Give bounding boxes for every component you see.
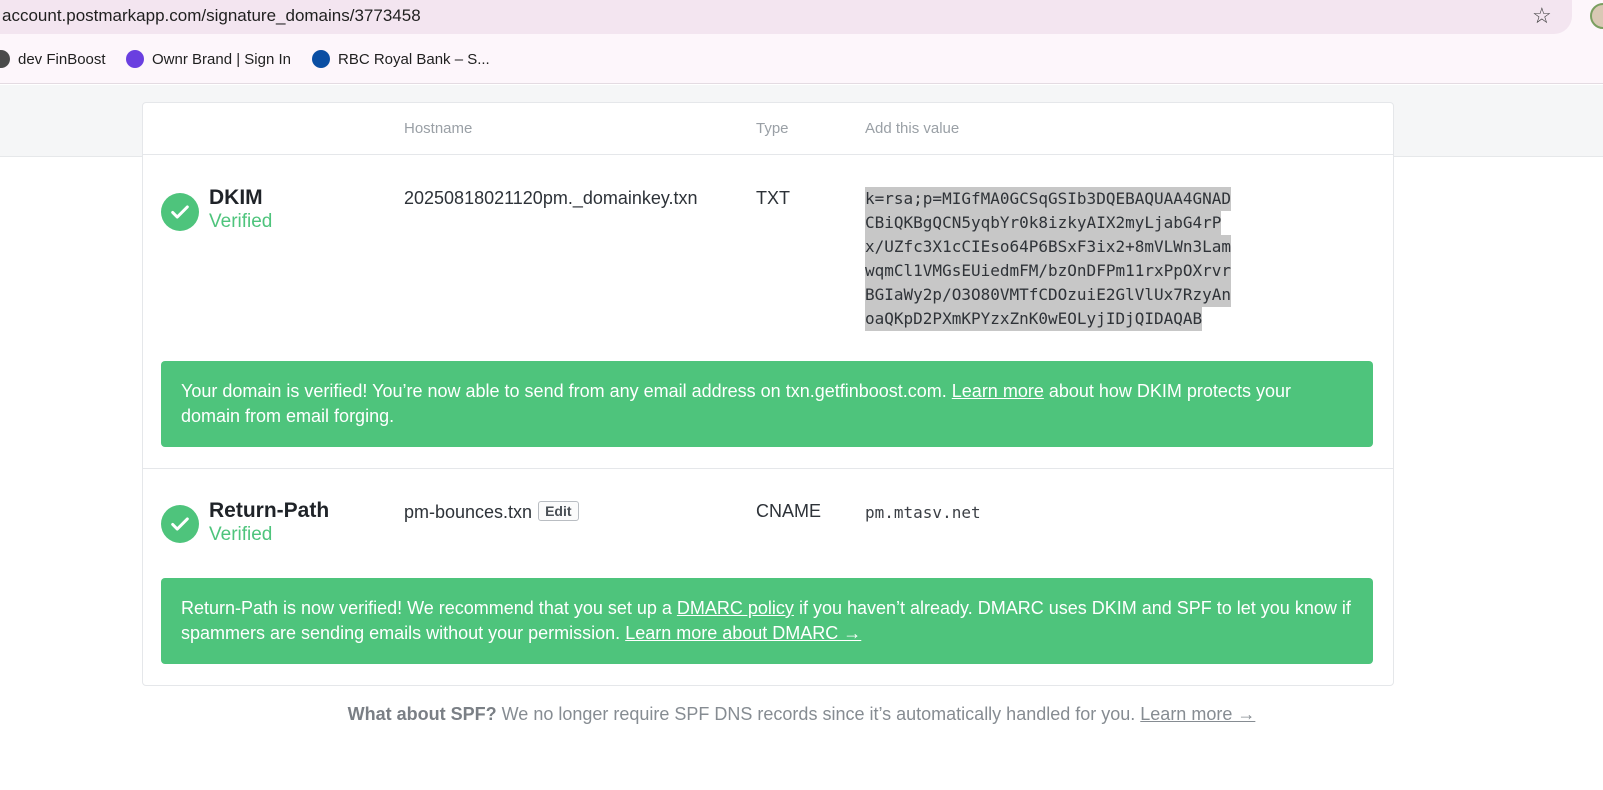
dkim-value-line: x/UZfc3X1cCIEso64P6BSxF3ix2+8mVLWn3Lam bbox=[865, 235, 1232, 259]
dkim-title: DKIM bbox=[209, 186, 263, 209]
dkim-row: DKIM Verified 20250818021120pm._domainke… bbox=[143, 155, 1393, 468]
bookmark-label: Ownr Brand | Sign In bbox=[152, 50, 291, 68]
bookmark-ownr[interactable]: Ownr Brand | Sign In bbox=[122, 46, 291, 72]
bookmark-dev-finboost[interactable]: dev FinBoost bbox=[0, 50, 106, 68]
verified-check-icon bbox=[161, 505, 199, 543]
address-bar-area: account.postmarkapp.com/signature_domain… bbox=[0, 0, 1603, 36]
dkim-status: Verified bbox=[209, 211, 273, 232]
address-bar[interactable]: account.postmarkapp.com/signature_domain… bbox=[0, 0, 1572, 34]
return-path-value[interactable]: pm.mtasv.net bbox=[865, 503, 981, 522]
return-path-hostname-cell: pm-bounces.txn Edit bbox=[404, 501, 579, 523]
dkim-value-line: BGIaWy2p/O3O80VMTfCDOzuiE2GlVlUx7RzyAn bbox=[865, 283, 1232, 307]
bookmark-rbc[interactable]: RBC Royal Bank – S... bbox=[312, 50, 490, 68]
spf-text: We no longer require SPF DNS records sin… bbox=[496, 704, 1141, 724]
value-header: Add this value bbox=[865, 120, 960, 137]
dkim-value-line: wqmCl1VMGsEUiedmFM/bzOnDFPm11rxPpOXrvr bbox=[865, 259, 1232, 283]
return-path-type: CNAME bbox=[756, 501, 822, 521]
rbc-icon bbox=[312, 50, 330, 68]
dns-records-card: Hostname Type Add this value DKIM Verifi… bbox=[142, 102, 1394, 686]
bookmark-label: RBC Royal Bank – S... bbox=[338, 50, 490, 68]
spf-note: What about SPF? We no longer require SPF… bbox=[0, 704, 1603, 725]
learn-more-dmarc-link[interactable]: Learn more about DMARC → bbox=[625, 623, 861, 643]
verified-check-icon bbox=[161, 193, 199, 231]
return-path-status: Verified bbox=[209, 524, 273, 545]
alert-text: Your domain is verified! You’re now able… bbox=[181, 381, 952, 401]
dkim-verified-alert: Your domain is verified! You’re now able… bbox=[161, 361, 1373, 447]
spf-question: What about SPF? bbox=[347, 704, 497, 724]
dkim-value-line: CBiQKBgQCN5yqbYr0k8izkyAIX2myLjabG4rP bbox=[865, 211, 1222, 235]
bookmark-star-icon[interactable]: ☆ bbox=[1532, 3, 1552, 29]
return-path-row: Return-Path Verified pm-bounces.txn Edit … bbox=[143, 469, 1393, 687]
type-header: Type bbox=[756, 120, 789, 137]
return-path-title: Return-Path bbox=[209, 499, 330, 522]
dkim-value-line: k=rsa;p=MIGfMA0GCSqGSIb3DQEBAQUAA4GNAD bbox=[865, 187, 1232, 211]
dmarc-policy-link[interactable]: DMARC policy bbox=[677, 598, 794, 618]
dkim-hostname[interactable]: 20250818021120pm._domainkey.txn bbox=[404, 188, 698, 209]
return-path-hostname[interactable]: pm-bounces.txn bbox=[404, 502, 532, 522]
url-text[interactable]: account.postmarkapp.com/signature_domain… bbox=[2, 6, 421, 26]
dkim-type: TXT bbox=[756, 188, 790, 208]
bookmarks-bar: dev FinBoost Ownr Brand | Sign In RBC Ro… bbox=[0, 36, 1603, 84]
dkim-value-line: oaQKpD2PXmKPYzxZnK0wEOLyjIDjQIDAQAB bbox=[865, 307, 1203, 331]
learn-more-dkim-link[interactable]: Learn more bbox=[952, 381, 1044, 401]
table-header: Hostname Type Add this value bbox=[143, 103, 1393, 155]
ownr-icon bbox=[122, 46, 148, 72]
dkim-value[interactable]: k=rsa;p=MIGfMA0GCSqGSIb3DQEBAQUAA4GNAD C… bbox=[865, 187, 1232, 331]
spf-learn-more-link[interactable]: Learn more → bbox=[1140, 704, 1255, 724]
return-path-verified-alert: Return-Path is now verified! We recommen… bbox=[161, 578, 1373, 664]
globe-icon bbox=[0, 50, 10, 68]
edit-button[interactable]: Edit bbox=[538, 501, 579, 521]
bookmark-label: dev FinBoost bbox=[18, 50, 106, 68]
hostname-header: Hostname bbox=[404, 120, 473, 137]
profile-avatar[interactable] bbox=[1590, 3, 1603, 29]
page-content: Hostname Type Add this value DKIM Verifi… bbox=[0, 85, 1603, 790]
alert-text: Return-Path is now verified! We recommen… bbox=[181, 598, 677, 618]
